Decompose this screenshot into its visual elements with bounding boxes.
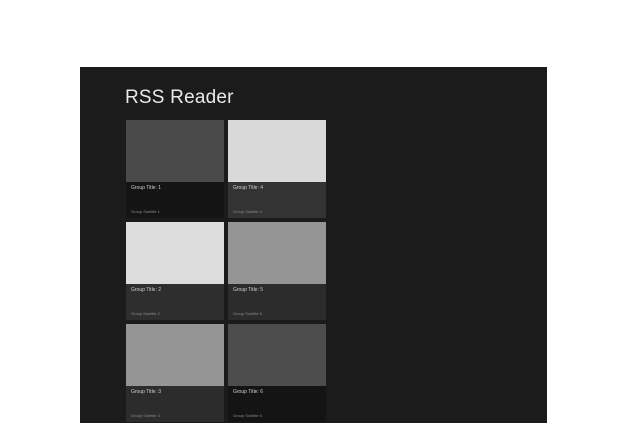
group-caption: Group Title: 4 Group Subtitle 4 (228, 182, 326, 218)
group-tile-4[interactable]: Group Title: 4 Group Subtitle 4 (228, 120, 326, 218)
group-title: Group Title: 5 (233, 287, 264, 293)
app-window: RSS Reader Group Title: 1 Group Subtitle… (80, 67, 547, 423)
group-image (228, 324, 326, 386)
group-subtitle: Group Subtitle 1 (131, 209, 160, 214)
group-caption: Group Title: 5 Group Subtitle 5 (228, 284, 326, 320)
group-subtitle: Group Subtitle 4 (233, 209, 262, 214)
group-image (126, 324, 224, 386)
group-subtitle: Group Subtitle 2 (131, 311, 160, 316)
group-caption: Group Title: 3 Group Subtitle 3 (126, 386, 224, 422)
group-title: Group Title: 6 (233, 389, 264, 395)
group-tile-6[interactable]: Group Title: 6 Group Subtitle 6 (228, 324, 326, 422)
group-caption: Group Title: 6 Group Subtitle 6 (228, 386, 326, 422)
group-image (126, 222, 224, 284)
group-title: Group Title: 2 (131, 287, 162, 293)
group-image (228, 120, 326, 182)
group-caption: Group Title: 1 Group Subtitle 1 (126, 182, 224, 218)
group-tile-5[interactable]: Group Title: 5 Group Subtitle 5 (228, 222, 326, 320)
group-subtitle: Group Subtitle 5 (233, 311, 262, 316)
group-tile-3[interactable]: Group Title: 3 Group Subtitle 3 (126, 324, 224, 422)
group-title: Group Title: 4 (233, 185, 264, 191)
group-caption: Group Title: 2 Group Subtitle 2 (126, 284, 224, 320)
group-subtitle: Group Subtitle 6 (233, 413, 262, 418)
group-tile-1[interactable]: Group Title: 1 Group Subtitle 1 (126, 120, 224, 218)
group-image (228, 222, 326, 284)
group-tile-2[interactable]: Group Title: 2 Group Subtitle 2 (126, 222, 224, 320)
group-title: Group Title: 3 (131, 389, 162, 395)
page-title: RSS Reader (125, 87, 234, 108)
group-grid: Group Title: 1 Group Subtitle 1 Group Ti… (126, 120, 326, 422)
group-title: Group Title: 1 (131, 185, 162, 191)
group-image (126, 120, 224, 182)
group-subtitle: Group Subtitle 3 (131, 413, 160, 418)
